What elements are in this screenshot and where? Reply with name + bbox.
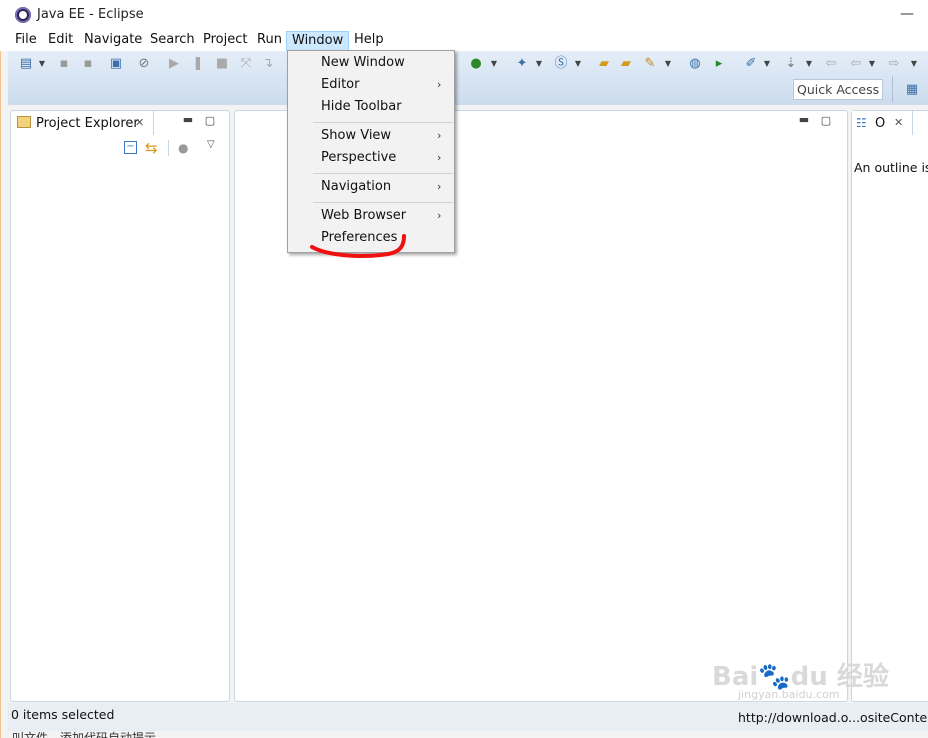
chevron-down-icon[interactable]: ▼	[664, 56, 672, 72]
chevron-down-icon[interactable]: ▼	[763, 56, 771, 72]
menu-project[interactable]: Project	[198, 31, 252, 51]
chevron-down-icon[interactable]: ▼	[38, 56, 46, 72]
menu-search[interactable]: Search	[145, 31, 200, 51]
main-toolbar: ▤ ▼ ▪ ▪ ▣ ⊘ ▶ ❚ ■ ⤧ ↴ ● ▼ ✦ ▼ Ⓢ ▼ ▰ ▰ ✎ …	[8, 51, 928, 105]
menu-separator	[313, 122, 453, 123]
minimize-view-icon[interactable]: ▬	[182, 113, 194, 126]
maximize-editor-icon[interactable]: ▢	[820, 114, 832, 127]
menu-item-editor[interactable]: Editor	[321, 77, 359, 92]
tool-icon[interactable]: ✎	[642, 56, 658, 72]
view-menu-icon[interactable]: ▽	[207, 139, 215, 150]
open-folder-icon[interactable]: ▰	[618, 56, 634, 72]
submenu-arrow-icon: ›	[437, 78, 442, 91]
save-icon[interactable]: ▪	[56, 56, 72, 72]
open-perspective-icon[interactable]: ▦	[902, 80, 922, 100]
new-server-icon[interactable]: ✦	[514, 56, 530, 72]
quick-access-input[interactable]: Quick Access	[793, 79, 883, 100]
background-text-fragment: 叫文件，添加代码自动提示	[12, 731, 157, 738]
menu-edit[interactable]: Edit	[43, 31, 78, 51]
status-selection-text: 0 items selected	[11, 707, 115, 722]
new-class-icon[interactable]: Ⓢ	[553, 56, 569, 72]
menu-separator	[313, 173, 453, 174]
chevron-down-icon[interactable]: ▼	[910, 56, 918, 72]
menu-item-web-browser[interactable]: Web Browser	[321, 208, 406, 223]
filter-icon[interactable]: ●	[178, 141, 188, 155]
disconnect-icon[interactable]: ⤧	[238, 56, 254, 72]
skip-breakpoints-icon[interactable]: ⊘	[136, 56, 152, 72]
maximize-view-icon[interactable]: ▢	[204, 114, 216, 127]
terminate-icon[interactable]: ■	[214, 56, 230, 72]
menu-item-perspective[interactable]: Perspective	[321, 150, 396, 165]
open-console-icon[interactable]: ▣	[108, 56, 124, 72]
step-into-icon[interactable]: ↴	[260, 56, 276, 72]
submenu-arrow-icon: ›	[437, 151, 442, 164]
outline-title: O	[875, 116, 886, 131]
chevron-down-icon[interactable]: ▼	[805, 56, 813, 72]
outline-message: An outline is	[854, 160, 928, 175]
collapse-all-icon[interactable]: −	[124, 141, 137, 154]
annotation-icon[interactable]: ✐	[743, 56, 759, 72]
red-underline-annotation	[310, 234, 406, 258]
close-icon[interactable]: ✕	[894, 116, 903, 129]
menu-item-show-view[interactable]: Show View	[321, 128, 391, 143]
save-all-icon[interactable]: ▪	[80, 56, 96, 72]
eclipse-logo-icon	[15, 7, 31, 23]
chevron-down-icon[interactable]: ▼	[490, 56, 498, 72]
menu-navigate[interactable]: Navigate	[79, 31, 147, 51]
project-explorer-panel	[10, 110, 230, 702]
menu-window[interactable]: Window	[286, 31, 350, 51]
menu-bar: File Edit Navigate Search Project Run Wi…	[0, 31, 928, 51]
toolbar-divider	[892, 76, 893, 102]
menu-item-new-window[interactable]: New Window	[321, 55, 405, 70]
minimize-editor-icon[interactable]: ▬	[798, 113, 810, 126]
menu-item-hide-toolbar[interactable]: Hide Toolbar	[321, 99, 402, 114]
last-edit-icon[interactable]: ⇦	[823, 56, 839, 72]
window-title: Java EE - Eclipse	[37, 7, 144, 22]
minimize-button[interactable]: —	[895, 3, 919, 27]
menu-item-navigation[interactable]: Navigation	[321, 179, 391, 194]
chevron-down-icon[interactable]: ▼	[535, 56, 543, 72]
run-external-icon[interactable]: ▸	[711, 56, 727, 72]
open-type-icon[interactable]: ▰	[596, 56, 612, 72]
back-icon[interactable]: ⇦	[848, 56, 864, 72]
menu-separator	[313, 202, 453, 203]
globe-icon[interactable]: ◍	[687, 56, 703, 72]
submenu-arrow-icon: ›	[437, 209, 442, 222]
menu-help[interactable]: Help	[349, 31, 389, 51]
link-with-editor-icon[interactable]: ⇆	[145, 139, 158, 157]
close-icon[interactable]: ✕	[135, 116, 144, 129]
menu-file[interactable]: File	[10, 31, 42, 51]
watermark-url: jingyan.baidu.com	[738, 688, 840, 701]
outline-panel	[851, 110, 928, 702]
project-explorer-title: Project Explorer	[36, 116, 139, 131]
chevron-down-icon[interactable]: ▼	[868, 56, 876, 72]
view-toolbar-divider	[168, 140, 169, 156]
suspend-icon[interactable]: ❚	[190, 56, 206, 72]
status-url-text: http://download.o...ositeContent.j	[738, 710, 928, 725]
submenu-arrow-icon: ›	[437, 129, 442, 142]
new-wizard-icon[interactable]: ▤	[18, 56, 34, 72]
run-server-icon[interactable]: ●	[468, 56, 484, 72]
outline-icon: ☷	[856, 116, 867, 130]
submenu-arrow-icon: ›	[437, 180, 442, 193]
chevron-down-icon[interactable]: ▼	[574, 56, 582, 72]
project-explorer-icon	[17, 116, 31, 128]
menu-run[interactable]: Run	[252, 31, 287, 51]
forward-icon[interactable]: ⇨	[886, 56, 902, 72]
resume-icon[interactable]: ▶	[166, 56, 182, 72]
next-annotation-icon[interactable]: ⇣	[783, 56, 799, 72]
